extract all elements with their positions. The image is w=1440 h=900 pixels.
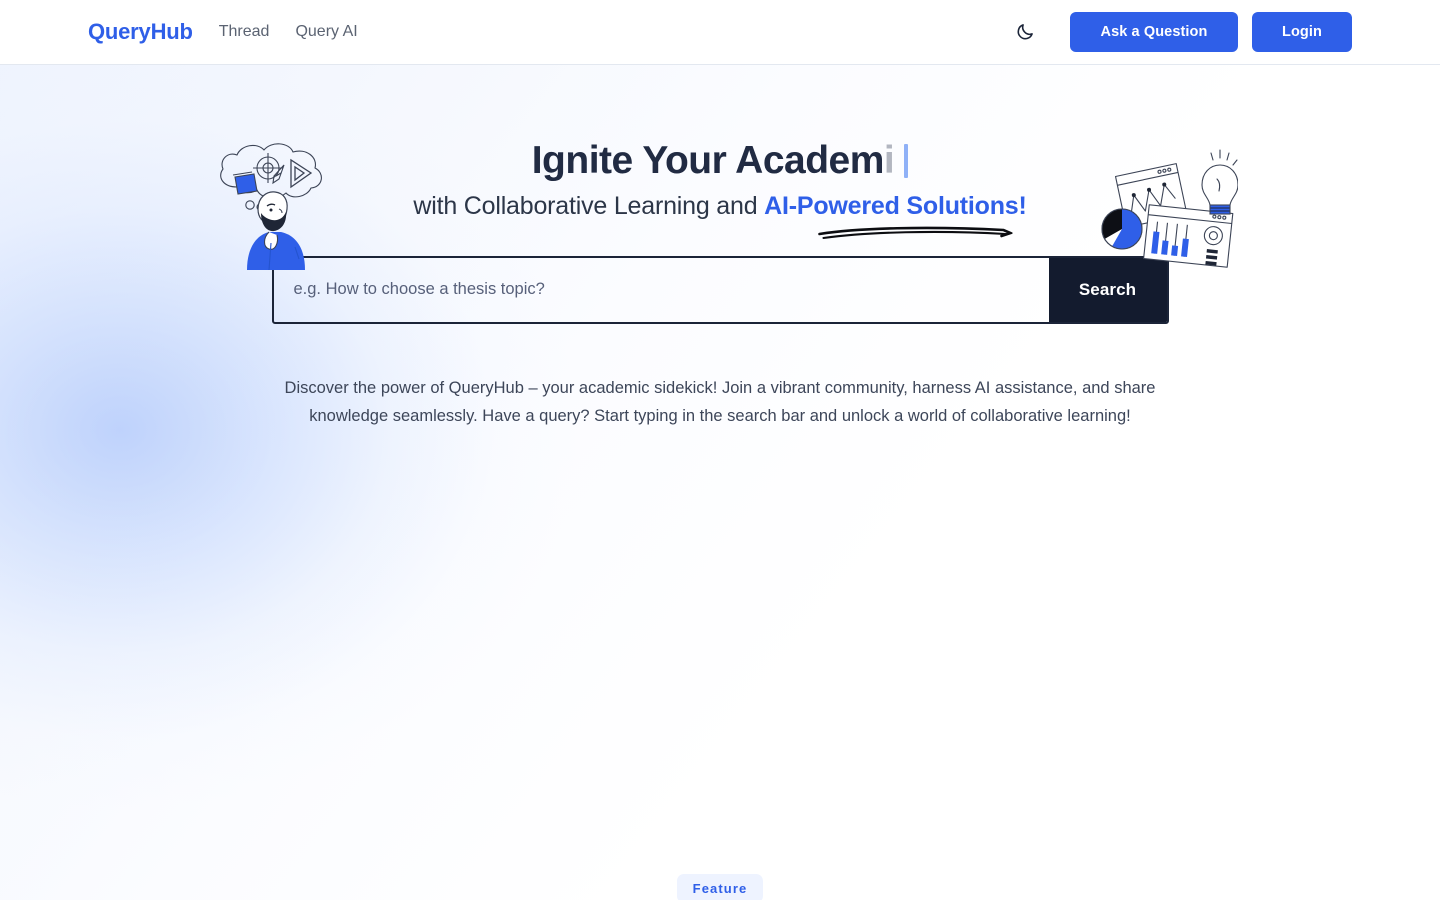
nav-link-thread[interactable]: Thread [219, 23, 270, 41]
typing-caret-icon [904, 144, 909, 178]
page-title: Ignite Your Academi [0, 137, 1440, 185]
ask-a-question-button[interactable]: Ask a Question [1070, 12, 1238, 52]
page-subtitle: with Collaborative Learning and AI-Power… [0, 192, 1440, 221]
feature-badge[interactable]: Feature [676, 874, 764, 900]
headline-typing-text: i [883, 139, 895, 182]
feature-section: Feature [0, 874, 1440, 900]
nav-actions: Ask a Question Login [1008, 12, 1352, 52]
hand-drawn-underline-icon [818, 226, 1013, 240]
headline-static-text: Ignite Your Academ [531, 139, 885, 182]
search-button[interactable]: Search [1048, 257, 1167, 322]
nav-links: Thread Query AI [219, 23, 358, 41]
moon-icon[interactable] [1008, 15, 1042, 49]
top-navbar: QueryHub Thread Query AI Ask a Question … [0, 0, 1440, 65]
search-input[interactable] [273, 257, 1049, 322]
subtitle-prefix: with Collaborative Learning and [413, 191, 765, 220]
brand-logo[interactable]: QueryHub [88, 19, 193, 45]
hero-section: Ignite Your Academi with Collaborative L… [0, 65, 1440, 430]
subtitle-accent: AI-Powered Solutions! [764, 191, 1027, 220]
nav-link-query-ai[interactable]: Query AI [295, 23, 357, 41]
search-bar: Search [271, 255, 1169, 324]
hero-description: Discover the power of QueryHub – your ac… [284, 378, 1156, 425]
hero-headline-block: Ignite Your Academi with Collaborative L… [0, 137, 1440, 240]
login-button[interactable]: Login [1252, 12, 1352, 52]
